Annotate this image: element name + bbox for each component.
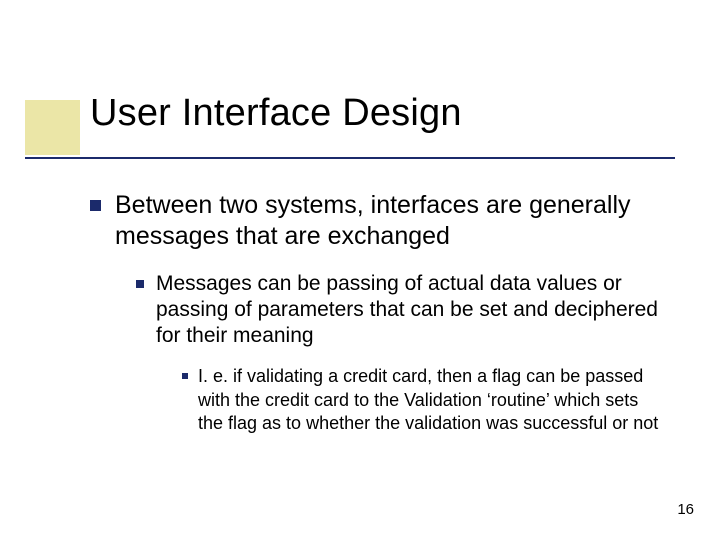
bullet-text: Messages can be passing of actual data v…: [156, 271, 660, 350]
bullet-level-3: I. e. if validating a credit card, then …: [182, 365, 660, 435]
accent-square: [25, 100, 80, 155]
page-number: 16: [677, 501, 694, 518]
bullet-text: Between two systems, interfaces are gene…: [115, 190, 660, 253]
slide-content: Between two systems, interfaces are gene…: [90, 190, 660, 435]
bullet-level-1: Between two systems, interfaces are gene…: [90, 190, 660, 253]
square-bullet-icon: [90, 200, 101, 211]
square-bullet-icon: [136, 280, 144, 288]
slide-title: User Interface Design: [90, 92, 462, 135]
square-bullet-icon: [182, 373, 188, 379]
title-underline: [25, 155, 675, 159]
bullet-text: I. e. if validating a credit card, then …: [198, 365, 660, 435]
bullet-level-2: Messages can be passing of actual data v…: [136, 271, 660, 350]
